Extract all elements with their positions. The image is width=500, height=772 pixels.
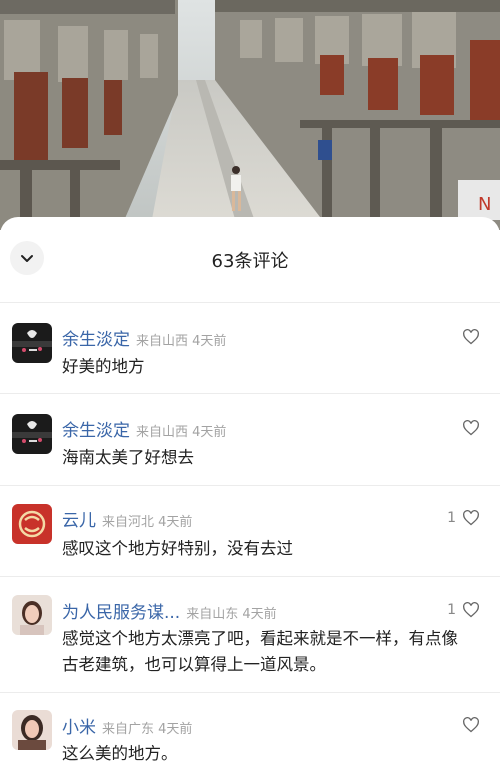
comment-text: 感觉这个地方太漂亮了吧，看起来就是不一样，有点像古老建筑，也可以算得上一道风景。 <box>62 629 458 674</box>
comment-item: 云儿 来自河北 4天前 感叹这个地方好特别，没有去过 1 <box>0 486 500 576</box>
comment-item: 余生淡定 来自山西 4天前 好美的地方 <box>0 303 500 393</box>
comment-meta: 来自河北 4天前 <box>102 515 193 530</box>
comment-author[interactable]: 为人民服务谋... 来自山东 4天前 <box>62 598 277 623</box>
comment-meta: 来自山西 4天前 <box>136 334 227 349</box>
comment-meta: 来自山东 4天前 <box>186 607 277 622</box>
heart-outline-icon <box>463 329 479 345</box>
comment-item: 小米 来自广东 4天前 这么美的地方。 <box>0 693 500 772</box>
comment-meta: 来自广东 4天前 <box>102 722 193 737</box>
comment-text: 海南太美了好想去 <box>62 448 194 467</box>
like-button[interactable] <box>456 329 480 345</box>
street-scene-image: N <box>0 0 500 230</box>
heart-outline-icon <box>463 602 479 618</box>
avatar[interactable] <box>12 595 52 635</box>
like-button[interactable] <box>456 717 480 733</box>
video-preview[interactable]: N <box>0 0 500 230</box>
avatar[interactable] <box>12 504 52 544</box>
avatar[interactable] <box>12 710 52 750</box>
avatar[interactable] <box>12 323 52 363</box>
comments-header: 63条评论 <box>0 217 500 299</box>
comment-text: 好美的地方 <box>62 357 145 376</box>
like-count: 1 <box>447 510 456 526</box>
comment-meta: 来自山西 4天前 <box>136 425 227 440</box>
sign-letter: N <box>478 194 491 215</box>
heart-outline-icon <box>463 510 479 526</box>
like-button[interactable] <box>456 420 480 436</box>
comment-author[interactable]: 云儿 来自河北 4天前 <box>62 506 192 531</box>
like-count: 1 <box>447 602 456 618</box>
comment-text: 这么美的地方。 <box>62 744 178 763</box>
comments-sheet: 63条评论 余生淡定 来自山西 4天前 好美的地方 余生淡定 来自山西 4天前 … <box>0 217 500 772</box>
heart-outline-icon <box>463 420 479 436</box>
heart-outline-icon <box>463 717 479 733</box>
comment-author[interactable]: 余生淡定 来自山西 4天前 <box>62 325 226 350</box>
like-button[interactable]: 1 <box>447 602 480 618</box>
comment-author[interactable]: 小米 来自广东 4天前 <box>62 713 192 738</box>
comments-count-title: 63条评论 <box>211 251 289 272</box>
comment-author[interactable]: 余生淡定 来自山西 4天前 <box>62 416 226 441</box>
comment-item: 余生淡定 来自山西 4天前 海南太美了好想去 <box>0 394 500 485</box>
comment-text: 感叹这个地方好特别，没有去过 <box>62 539 293 558</box>
comment-item: 为人民服务谋... 来自山东 4天前 感觉这个地方太漂亮了吧，看起来就是不一样，有… <box>0 577 500 692</box>
like-button[interactable]: 1 <box>447 510 480 526</box>
avatar[interactable] <box>12 414 52 454</box>
